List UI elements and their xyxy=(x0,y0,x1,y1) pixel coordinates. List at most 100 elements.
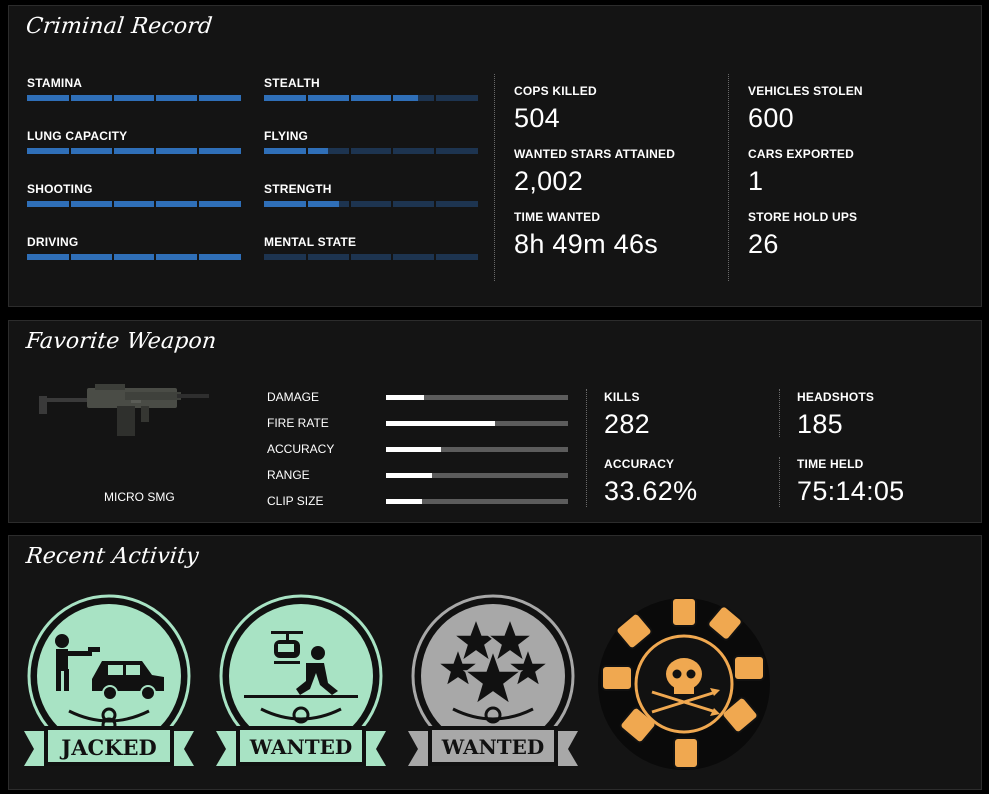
stat-label: HEADSHOTS xyxy=(797,390,875,404)
skull-fists-badge[interactable] xyxy=(594,594,774,774)
badge-label: JACKED xyxy=(59,735,156,760)
stat-value: 8h 49m 46s xyxy=(514,229,659,259)
skill-label: FLYING xyxy=(264,129,309,143)
skill-label: SHOOTING xyxy=(27,182,93,196)
weapon-attr-bar xyxy=(386,499,568,504)
skill-bar-segment xyxy=(434,254,437,260)
skill-bar-segment xyxy=(154,95,157,101)
stat-label: CARS EXPORTED xyxy=(748,147,854,161)
skill-bar-fill xyxy=(27,254,241,260)
wanted-badge-helicopter[interactable]: WANTED xyxy=(216,591,386,776)
skill-shooting: SHOOTING xyxy=(27,182,241,207)
weapon-attr-label: CLIP SIZE xyxy=(267,494,324,508)
skill-bar-segment xyxy=(305,254,308,260)
weapon-attr-bar xyxy=(386,395,568,400)
stat-value: 1 xyxy=(748,166,764,196)
weapon-attr-label: RANGE xyxy=(267,468,310,482)
skill-bar-fill xyxy=(264,148,329,154)
weapon-attr-bar xyxy=(386,447,568,452)
skill-lung-capacity: LUNG CAPACITY xyxy=(27,129,241,154)
recent-activity-title: Recent Activity xyxy=(24,544,201,569)
skill-strength: STRENGTH xyxy=(264,182,478,207)
skill-bar xyxy=(27,95,241,101)
stat-label: TIME HELD xyxy=(797,457,864,471)
skill-flying: FLYING xyxy=(264,129,478,154)
stat-value: 2,002 xyxy=(514,166,584,196)
bar-fill xyxy=(386,395,425,400)
skill-bar-segment xyxy=(197,254,200,260)
stat-cars-exported: CARS EXPORTED 1 xyxy=(748,147,854,197)
skill-bar-segment xyxy=(68,148,71,154)
stat-value: 33.62% xyxy=(604,476,698,506)
skill-label: DRIVING xyxy=(27,235,79,249)
stat-store-hold-ups: STORE HOLD UPS 26 xyxy=(748,210,857,260)
skill-bar-fill xyxy=(264,95,419,101)
skill-bar xyxy=(264,254,478,260)
criminal-record-panel: Criminal Record STAMINA LUNG CAPACITY SH… xyxy=(8,5,982,307)
skill-bar-segment xyxy=(111,95,114,101)
skill-bar-segment xyxy=(197,95,200,101)
skill-bar-segment xyxy=(434,201,437,207)
stat-value: 185 xyxy=(797,409,843,439)
stat-label: KILLS xyxy=(604,390,640,404)
skill-bar-fill xyxy=(27,148,241,154)
stat-wanted-stars: WANTED STARS ATTAINED 2,002 xyxy=(514,147,675,197)
bar-fill xyxy=(386,447,441,452)
skill-bar-fill xyxy=(27,95,241,101)
weapon-stat-headshots: HEADSHOTS 185 xyxy=(797,390,874,440)
skill-label: MENTAL STATE xyxy=(264,235,357,249)
skill-label: STAMINA xyxy=(27,76,83,90)
skill-mental-state: MENTAL STATE xyxy=(264,235,478,260)
skill-bar-segment xyxy=(305,148,308,154)
skill-bar-fill xyxy=(264,201,339,207)
stat-label: WANTED STARS ATTAINED xyxy=(514,147,676,161)
badge-label: WANTED xyxy=(249,735,352,759)
skill-bar-segment xyxy=(111,148,114,154)
weapon-stat-kills: KILLS 282 xyxy=(604,390,650,440)
skill-bar-segment xyxy=(391,95,394,101)
skill-bar-segment xyxy=(154,201,157,207)
stat-value: 282 xyxy=(604,409,650,439)
wanted-badge-stars[interactable]: WANTED xyxy=(408,591,578,776)
skill-bar-segment xyxy=(391,148,394,154)
divider xyxy=(586,389,587,507)
stat-label: COPS KILLED xyxy=(514,84,597,98)
skill-bar-segment xyxy=(111,201,114,207)
stat-value: 600 xyxy=(748,103,794,133)
skill-bar-segment xyxy=(68,95,71,101)
recent-activity-panel: Recent Activity JACKED WANTED WANTED xyxy=(8,535,982,790)
stat-label: ACCURACY xyxy=(604,457,675,471)
stat-label: STORE HOLD UPS xyxy=(748,210,858,224)
skill-bar-segment xyxy=(154,148,157,154)
skill-bar-segment xyxy=(197,201,200,207)
weapon-attr-bar xyxy=(386,473,568,478)
stat-value: 504 xyxy=(514,103,560,133)
skill-bar-segment xyxy=(68,254,71,260)
skill-bar-segment xyxy=(391,254,394,260)
skill-bar xyxy=(264,148,478,154)
jacked-badge[interactable]: JACKED xyxy=(24,591,194,776)
stat-value: 75:14:05 xyxy=(797,476,905,506)
skill-label: LUNG CAPACITY xyxy=(27,129,128,143)
stat-cops-killed: COPS KILLED 504 xyxy=(514,84,597,134)
skill-bar-segment xyxy=(68,201,71,207)
skill-bar-segment xyxy=(305,95,308,101)
skill-bar xyxy=(264,95,478,101)
micro-smg-icon xyxy=(39,384,209,436)
divider xyxy=(494,74,495,281)
bar-fill xyxy=(386,421,496,426)
skill-label: STEALTH xyxy=(264,76,320,90)
weapon-stat-time-held: TIME HELD 75:14:05 xyxy=(797,457,905,507)
stat-label: VEHICLES STOLEN xyxy=(748,84,863,98)
skill-bar-segment xyxy=(348,148,351,154)
skill-bar xyxy=(27,254,241,260)
skill-bar xyxy=(27,148,241,154)
skill-bar-fill xyxy=(27,201,241,207)
weapon-attr-label: FIRE RATE xyxy=(267,416,329,430)
skill-bar-segment xyxy=(391,201,394,207)
skill-bar-segment xyxy=(197,148,200,154)
skill-bar-segment xyxy=(154,254,157,260)
skill-bar-segment xyxy=(305,201,308,207)
divider xyxy=(779,389,780,437)
skill-bar-segment xyxy=(111,254,114,260)
